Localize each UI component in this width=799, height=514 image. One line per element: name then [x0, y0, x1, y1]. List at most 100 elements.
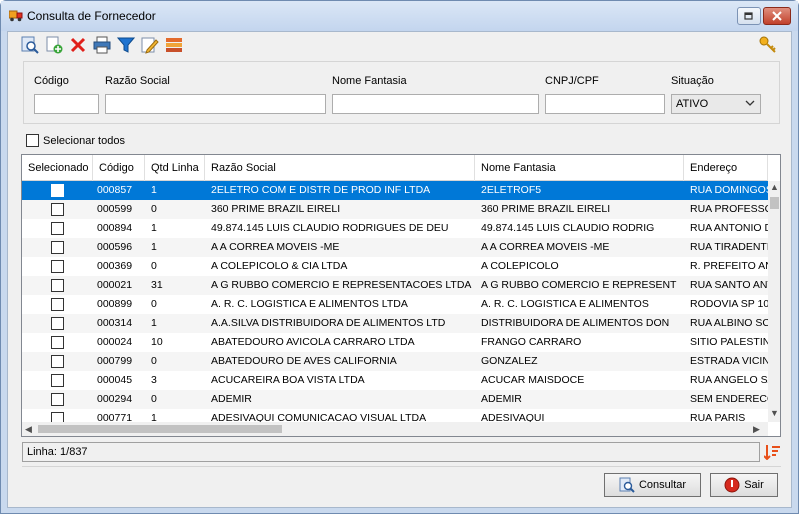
- row-checkbox[interactable]: [51, 203, 64, 216]
- table-row[interactable]: 000045 3 ACUCAREIRA BOA VISTA LTDA ACUCAR M…: [22, 371, 768, 390]
- column-header-codigo[interactable]: Código: [93, 155, 145, 181]
- client-area: Código Razão Social Nome Fantasia CNPJ/C…: [7, 31, 792, 508]
- supplier-grid[interactable]: Selecionado Código Qtd Linha Razão Socia…: [21, 154, 781, 437]
- cell-fantasia: 49.874.145 LUIS CLAUDIO RODRIG: [481, 222, 655, 234]
- add-button[interactable]: [44, 35, 64, 55]
- cell-endereco: RUA ANTONIO D: [690, 222, 768, 234]
- vertical-scrollbar[interactable]: ▲ ▼: [768, 181, 780, 422]
- window-title: Consulta de Fornecedor: [27, 9, 156, 23]
- close-button[interactable]: [763, 7, 791, 25]
- cell-qtd: 0: [151, 298, 157, 310]
- select-all[interactable]: Selecionar todos: [26, 134, 125, 147]
- cell-endereco: SITIO PALESTIN: [690, 336, 768, 348]
- exit-icon: [724, 477, 740, 493]
- row-checkbox[interactable]: [51, 355, 64, 368]
- grid-header: Selecionado Código Qtd Linha Razão Socia…: [22, 155, 768, 181]
- codigo-input[interactable]: [34, 94, 99, 114]
- row-checkbox[interactable]: [51, 298, 64, 311]
- restore-icon: [744, 12, 753, 20]
- cell-fantasia: A. R. C. LOGISTICA E ALIMENTOS: [481, 298, 649, 310]
- horizontal-scroll-thumb[interactable]: [38, 425, 282, 433]
- row-checkbox[interactable]: [51, 241, 64, 254]
- table-row[interactable]: 000799 0 ABATEDOURO DE AVES CALIFORNIA GONZ…: [22, 352, 768, 371]
- cell-codigo: 000294: [97, 393, 133, 405]
- table-row[interactable]: 000596 1 A A CORREA MOVEIS -ME A A CORREA M…: [22, 238, 768, 257]
- column-header-endereco[interactable]: Endereço: [684, 155, 768, 181]
- cell-fantasia: DISTRIBUIDORA DE ALIMENTOS DON: [481, 317, 670, 329]
- cell-razao: A. R. C. LOGISTICA E ALIMENTOS LTDA: [211, 298, 408, 310]
- situacao-select[interactable]: ATIVO: [671, 94, 761, 114]
- cnpj-input[interactable]: [545, 94, 665, 114]
- row-checkbox[interactable]: [51, 222, 64, 235]
- edit-icon: [141, 37, 159, 54]
- nome-fantasia-input[interactable]: [332, 94, 539, 114]
- filter-panel: Código Razão Social Nome Fantasia CNPJ/C…: [23, 61, 780, 124]
- table-row[interactable]: 000899 0 A. R. C. LOGISTICA E ALIMENTOS LT…: [22, 295, 768, 314]
- table-row[interactable]: 000294 0 ADEMIR ADEMIR SEM ENDERECO: [22, 390, 768, 409]
- edit-button[interactable]: [140, 35, 160, 55]
- table-row[interactable]: 000369 0 A COLEPICOLO & CIA LTDA A COLEPICO…: [22, 257, 768, 276]
- cell-endereco: RUA SANTO ANT: [690, 279, 768, 291]
- print-button[interactable]: [92, 35, 112, 55]
- export-button[interactable]: [164, 35, 184, 55]
- row-checkbox[interactable]: [51, 279, 64, 292]
- sair-button[interactable]: Sair: [710, 473, 778, 497]
- horizontal-scrollbar[interactable]: ◀ ▶: [22, 422, 768, 436]
- title-bar[interactable]: Consulta de Fornecedor: [1, 1, 798, 31]
- cell-razao: 360 PRIME BRAZIL EIRELI: [211, 203, 341, 215]
- situacao-value: ATIVO: [676, 98, 709, 110]
- cell-razao: A COLEPICOLO & CIA LTDA: [211, 260, 348, 272]
- cell-fantasia: A G RUBBO COMERCIO E REPRESENT: [481, 279, 677, 291]
- table-row[interactable]: 000857 1 2ELETRO COM E DISTR DE PROD INF L…: [22, 181, 768, 200]
- scroll-left-icon[interactable]: ◀: [25, 424, 32, 435]
- search-button[interactable]: [20, 35, 40, 55]
- export-icon: [166, 38, 182, 52]
- row-checkbox[interactable]: [51, 184, 64, 197]
- button-bar: Consultar Sair: [22, 466, 781, 499]
- sort-icon[interactable]: [764, 444, 780, 460]
- scroll-down-icon[interactable]: ▼: [770, 408, 779, 418]
- select-all-label: Selecionar todos: [43, 134, 125, 147]
- filter-icon: [117, 37, 135, 53]
- cell-qtd: 0: [151, 355, 157, 367]
- cell-razao: A.A.SILVA DISTRIBUIDORA DE ALIMENTOS LTD: [211, 317, 446, 329]
- row-checkbox[interactable]: [51, 317, 64, 330]
- cell-fantasia: 360 PRIME BRAZIL EIRELI: [481, 203, 611, 215]
- filter-button[interactable]: [116, 35, 136, 55]
- row-checkbox[interactable]: [51, 393, 64, 406]
- vertical-scroll-thumb[interactable]: [770, 197, 779, 209]
- cell-qtd: 0: [151, 203, 157, 215]
- cell-razao: ACUCAREIRA BOA VISTA LTDA: [211, 374, 365, 386]
- column-header-razao-social[interactable]: Razão Social: [205, 155, 475, 181]
- razao-social-input[interactable]: [105, 94, 326, 114]
- column-header-nome-fantasia[interactable]: Nome Fantasia: [475, 155, 684, 181]
- cell-codigo: 000799: [97, 355, 133, 367]
- column-header-selecionado[interactable]: Selecionado: [22, 155, 93, 181]
- table-row[interactable]: 000894 1 49.874.145 LUIS CLAUDIO RODRIGUES…: [22, 219, 768, 238]
- row-checkbox[interactable]: [51, 260, 64, 273]
- consultar-button[interactable]: Consultar: [604, 473, 701, 497]
- table-row[interactable]: 000599 0 360 PRIME BRAZIL EIRELI 360 PRIME …: [22, 200, 768, 219]
- column-header-qtd-linha[interactable]: Qtd Linha: [145, 155, 205, 181]
- cell-qtd: 0: [151, 393, 157, 405]
- cell-codigo: 000045: [97, 374, 133, 386]
- table-row[interactable]: 000021 31 A G RUBBO COMERCIO E REPRESENTAC…: [22, 276, 768, 295]
- cell-endereco: ESTRADA VICIN: [690, 355, 768, 367]
- table-row[interactable]: 000024 10 ABATEDOURO AVICOLA CARRARO LTDA F…: [22, 333, 768, 352]
- delete-button[interactable]: [68, 35, 88, 55]
- select-all-checkbox[interactable]: [26, 134, 39, 147]
- close-icon: [772, 11, 782, 21]
- scroll-right-icon[interactable]: ▶: [753, 424, 760, 435]
- key-button[interactable]: [758, 35, 778, 55]
- table-row[interactable]: 000314 1 A.A.SILVA DISTRIBUIDORA DE ALIMEN…: [22, 314, 768, 333]
- row-checkbox[interactable]: [51, 336, 64, 349]
- cell-endereco: RUA TIRADENTE: [690, 241, 768, 253]
- restore-button[interactable]: [737, 7, 761, 25]
- cell-qtd: 1: [151, 184, 157, 196]
- main-window: Consulta de Fornecedor Código Razão Soci…: [0, 0, 799, 514]
- cell-razao: 49.874.145 LUIS CLAUDIO RODRIGUES DE DEU: [211, 222, 449, 234]
- row-checkbox[interactable]: [51, 374, 64, 387]
- codigo-label: Código: [34, 75, 69, 87]
- scroll-up-icon[interactable]: ▲: [770, 182, 779, 192]
- cell-qtd: 31: [151, 279, 163, 291]
